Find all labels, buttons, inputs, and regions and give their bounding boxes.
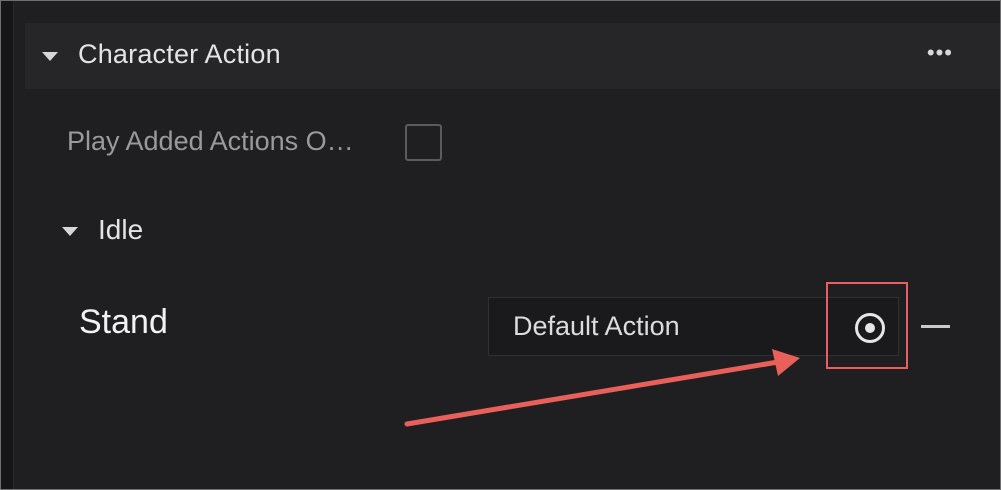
group-title-idle[interactable]: Idle bbox=[98, 214, 143, 246]
annotation-highlight-box bbox=[826, 282, 908, 369]
inspector-panel: Character Action ••• Play Added Actions … bbox=[0, 0, 1001, 490]
remove-action-button[interactable] bbox=[921, 325, 950, 328]
action-field-value: Default Action bbox=[513, 311, 680, 341]
action-row-label: Stand bbox=[79, 303, 168, 341]
caret-down-icon[interactable] bbox=[42, 52, 58, 61]
section-header-character-action[interactable]: Character Action ••• bbox=[25, 23, 1000, 89]
section-title: Character Action bbox=[78, 39, 281, 69]
caret-down-icon[interactable] bbox=[62, 227, 78, 236]
play-added-actions-label: Play Added Actions O… bbox=[67, 126, 354, 156]
play-added-actions-checkbox[interactable] bbox=[405, 124, 442, 161]
panel-left-rail bbox=[1, 1, 14, 489]
more-options-button[interactable]: ••• bbox=[927, 42, 953, 64]
